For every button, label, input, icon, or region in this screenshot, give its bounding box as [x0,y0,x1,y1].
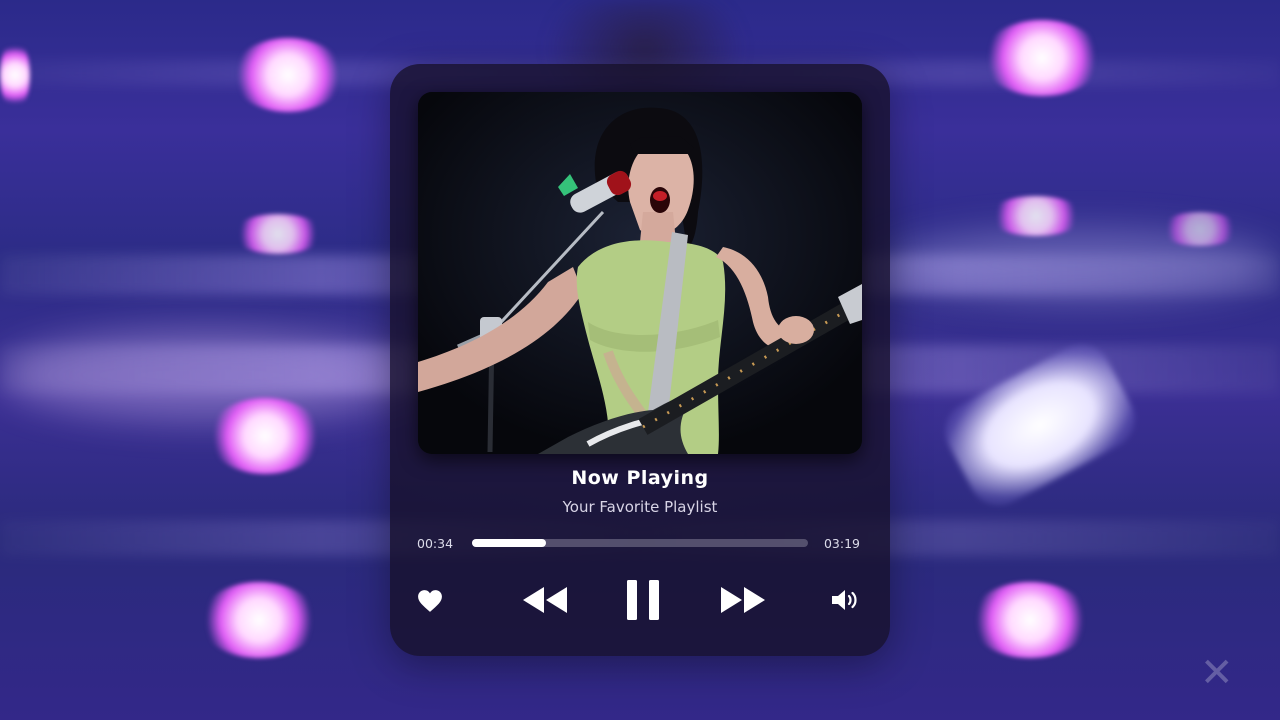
fast-forward-icon [721,587,765,613]
background-haze [0,330,420,420]
rewind-button[interactable] [520,584,570,616]
stage-light [208,398,322,474]
volume-button[interactable] [829,586,863,614]
playlist-name: Your Favorite Playlist [562,498,718,516]
stage-light [982,20,1102,96]
stage-light [988,196,1084,236]
stage-light [232,38,344,112]
fast-forward-button[interactable] [718,584,768,616]
heart-icon [418,590,442,612]
volume-icon [832,590,857,610]
stage-light [0,40,30,110]
stage-light [200,582,318,658]
like-button[interactable] [416,588,444,614]
rewind-icon [523,587,567,613]
music-player-card: Now Playing Your Favorite Playlist 00:34… [390,64,890,656]
watermark-mark: ✕ [1200,650,1234,696]
album-artwork [418,92,862,454]
elapsed-time: 00:34 [417,536,454,551]
album-artwork-image [418,92,862,454]
pause-button[interactable] [623,578,663,622]
track-duration: 03:19 [823,536,860,551]
now-playing-title: Now Playing [571,467,709,489]
stage-light [970,582,1090,658]
stage-light [232,214,324,254]
progress-bar-fill [472,539,546,547]
pause-icon [627,580,659,620]
stage-light [1160,212,1240,246]
progress-bar[interactable] [472,539,808,547]
